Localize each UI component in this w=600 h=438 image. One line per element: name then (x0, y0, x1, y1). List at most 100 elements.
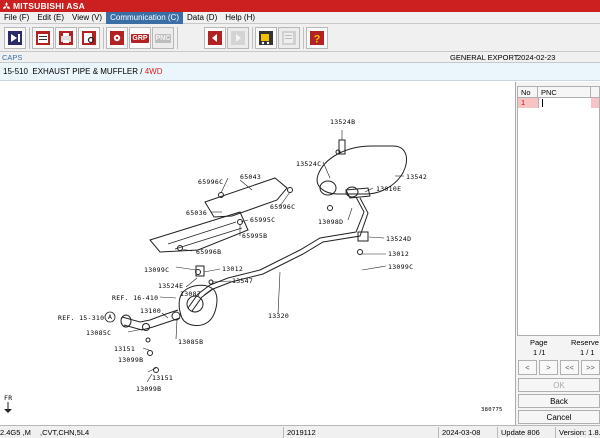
grp-button[interactable]: GRP (129, 27, 151, 49)
back-button[interactable]: Back (518, 394, 600, 408)
callout-13320[interactable]: 13320 (268, 312, 289, 320)
table-row[interactable]: 1 (518, 98, 599, 108)
group-header: 15-510 EXHAUST PIPE & MUFFLER / 4WD (0, 63, 600, 81)
first-button[interactable]: << (560, 360, 579, 375)
callout-13151[interactable]: 13151 (114, 345, 135, 353)
toolbar-separator (29, 27, 30, 49)
next-button[interactable]: > (539, 360, 558, 375)
cancel-button[interactable]: Cancel (518, 410, 600, 424)
status-separator (438, 427, 439, 438)
callout-13099B[interactable]: 13099B (118, 356, 143, 364)
ok-button[interactable]: OK (518, 378, 600, 392)
reference-a-marker: A (108, 313, 113, 321)
exit-icon (8, 31, 22, 45)
pager: Page 1 /1 Reserve 1 / 1 (516, 338, 600, 360)
reference-15-310[interactable]: REF. 15-310 (58, 314, 104, 322)
export-date: 2024-02-23 (517, 53, 556, 62)
status-spec: ,CVT,CHN,5L4 (40, 428, 90, 437)
toolbar-separator (103, 27, 104, 49)
menu-communication[interactable]: Communication (C) (106, 11, 183, 24)
settings-button[interactable] (106, 27, 128, 49)
callout-13010E[interactable]: 13010E (376, 185, 401, 193)
status-bar: 2.4G5 ,M ,CVT,CHN,5L4 2019112 2024-03-08… (0, 425, 600, 438)
export-label: GENERAL EXPORT (450, 53, 519, 62)
pnc-input[interactable] (538, 98, 591, 108)
front-arrow-icon (4, 402, 12, 413)
callout-65995B[interactable]: 65995B (242, 232, 267, 240)
status-catalog: 2019112 (287, 428, 316, 437)
cart-icon (259, 31, 273, 45)
menu-data[interactable]: Data (D) (183, 12, 221, 24)
memo-button[interactable] (278, 27, 300, 49)
column-header-pnc: PNC (538, 87, 591, 97)
callout-65036[interactable]: 65036 (186, 209, 207, 217)
exit-button[interactable] (4, 27, 26, 49)
group-drive: 4WD (144, 67, 163, 76)
callout-13085B[interactable]: 13085B (178, 338, 203, 346)
callout-13542[interactable]: 13542 (406, 173, 427, 181)
heat-shield-65036 (149, 211, 249, 253)
print-icon (59, 31, 73, 45)
menu-edit[interactable]: Edit (E) (33, 12, 68, 24)
svg-text:?: ? (314, 34, 321, 46)
text-cursor (542, 99, 543, 107)
status-separator (555, 427, 556, 438)
front-label: FR (4, 394, 13, 402)
callout-13151[interactable]: 13151 (152, 374, 173, 382)
cart-button[interactable] (255, 27, 277, 49)
callout-13098D[interactable]: 13098D (318, 218, 343, 226)
toolbar-separator (177, 27, 178, 49)
menu-help[interactable]: Help (H) (221, 12, 259, 24)
app-title: MITSUBISHI ASA (13, 1, 85, 11)
pnc-button[interactable]: PNC (152, 27, 174, 49)
callout-13085C[interactable]: 13085C (86, 329, 111, 337)
help-icon: ? (310, 31, 324, 46)
callout-65996B[interactable]: 65996B (196, 248, 221, 256)
row-no: 1 (518, 98, 538, 108)
nav-buttons: < > << >> (518, 360, 600, 375)
menu-view[interactable]: View (V) (68, 12, 106, 24)
callout-13524D[interactable]: 13524D (386, 235, 411, 243)
last-button[interactable]: >> (581, 360, 600, 375)
next-page-button[interactable] (227, 27, 249, 49)
print-button[interactable] (55, 27, 77, 49)
callout-65996C[interactable]: 65996C (198, 178, 223, 186)
callout-13524E[interactable]: 13524E (158, 282, 183, 290)
catalog-button[interactable] (32, 27, 54, 49)
menu-file[interactable]: File (F) (0, 12, 33, 24)
callout-13012[interactable]: 13012 (222, 265, 243, 273)
tab-caps[interactable]: CAPS (2, 53, 22, 62)
toolbar: GRP PNC ? (0, 24, 600, 52)
exhaust-diagram (4, 130, 407, 413)
callout-13524C[interactable]: 13524C (296, 160, 321, 168)
next-page-icon (231, 31, 245, 45)
help-button[interactable]: ? (306, 27, 328, 49)
callout-65995C[interactable]: 65995C (250, 216, 275, 224)
callout-13100[interactable]: 13100 (140, 307, 161, 315)
toolbar-separator (303, 27, 304, 49)
callout-13524B[interactable]: 13524B (330, 118, 355, 126)
callout-13087[interactable]: 13087 (180, 290, 201, 298)
callout-13012[interactable]: 13012 (388, 250, 409, 258)
pnc-icon: PNC (154, 33, 172, 43)
print-preview-button[interactable] (78, 27, 100, 49)
prev-page-icon (208, 31, 222, 45)
group-name: EXHAUST PIPE & MUFFLER (32, 67, 139, 76)
prev-page-button[interactable] (204, 27, 226, 49)
group-separator: / (140, 67, 143, 76)
callout-13099C[interactable]: 13099C (388, 263, 413, 271)
group-code: 15-510 (3, 67, 28, 76)
parts-illustration[interactable]: 13524B 13524C 13542 13010E 13098D 65996C… (0, 82, 516, 425)
callout-13547[interactable]: 13547 (232, 277, 253, 285)
reference-16-410[interactable]: REF. 16-410 (112, 294, 158, 302)
callout-65996C[interactable]: 65996C (270, 203, 295, 211)
reserve-value: 1 / 1 (580, 348, 595, 357)
pnc-table-header: No PNC (518, 87, 599, 98)
status-version: Version: 1.8.0 (559, 428, 600, 437)
status-separator (497, 427, 498, 438)
callout-65043[interactable]: 65043 (240, 173, 261, 181)
status-update: Update 806 (501, 428, 540, 437)
callout-13099B[interactable]: 13099B (136, 385, 161, 393)
callout-13099C[interactable]: 13099C (144, 266, 169, 274)
prev-button[interactable]: < (518, 360, 537, 375)
